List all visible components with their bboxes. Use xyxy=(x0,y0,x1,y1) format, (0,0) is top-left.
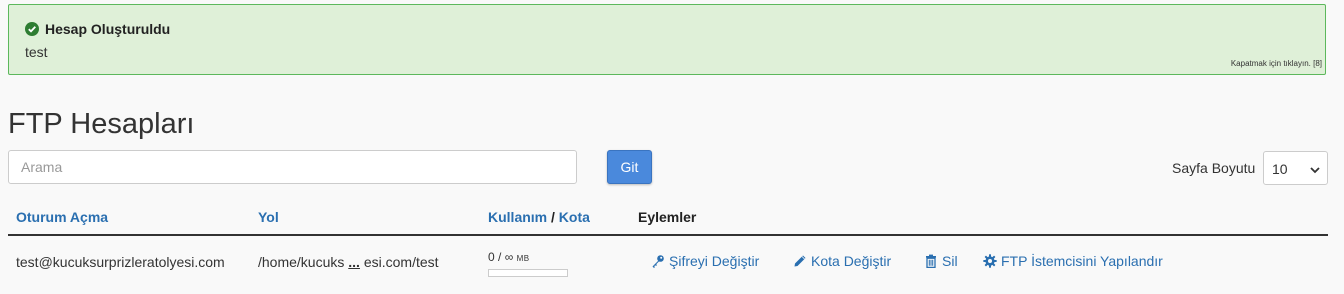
check-circle-icon xyxy=(25,22,39,36)
alert-heading: Hesap Oluşturuldu xyxy=(25,21,170,37)
login-cell: test@kucuksurprizleratolyesi.com xyxy=(16,254,225,270)
change-quota-button[interactable]: Kota Değiştir xyxy=(793,253,891,269)
page-size-label: Sayfa Boyutu xyxy=(1172,160,1256,176)
success-alert[interactable]: Hesap Oluşturuldu test Kapatmak için tık… xyxy=(8,4,1326,75)
gear-icon xyxy=(983,254,997,268)
usage-text: 0 / ∞ MB xyxy=(488,250,530,264)
chevron-down-icon xyxy=(1309,163,1321,175)
path-end: esi.com/test xyxy=(363,254,439,270)
delete-label: Sil xyxy=(942,253,958,269)
configure-ftp-client-button[interactable]: FTP İstemcisini Yapılandır xyxy=(983,253,1163,269)
page-title: FTP Hesapları xyxy=(8,108,195,140)
column-header-quota[interactable]: Kota xyxy=(559,209,590,225)
change-password-label: Şifreyi Değiştir xyxy=(669,253,760,269)
go-button[interactable]: Git xyxy=(607,150,652,184)
configure-ftp-client-label: FTP İstemcisini Yapılandır xyxy=(1001,253,1163,269)
usage-separator: / xyxy=(498,250,502,264)
column-header-separator: / xyxy=(551,209,555,225)
column-header-actions: Eylemler xyxy=(638,209,697,225)
quota-value: ∞ xyxy=(504,250,514,264)
column-header-login[interactable]: Oturum Açma xyxy=(16,209,108,225)
pencil-icon xyxy=(793,254,807,268)
path-start: /home/kucuks xyxy=(258,254,345,270)
page-size-value: 10 xyxy=(1272,161,1288,177)
column-header-usage-quota: Kullanım / Kota xyxy=(488,209,590,225)
page-size-select[interactable]: 10 xyxy=(1263,151,1328,185)
key-icon xyxy=(651,254,665,268)
column-header-usage[interactable]: Kullanım xyxy=(488,209,547,225)
delete-button[interactable]: Sil xyxy=(924,253,958,269)
alert-close-hint[interactable]: Kapatmak için tıklayın. [8] xyxy=(1231,59,1322,68)
usage-unit: MB xyxy=(516,254,530,263)
search-input[interactable] xyxy=(8,150,577,184)
usage-progress-bar xyxy=(488,269,568,277)
change-password-button[interactable]: Şifreyi Değiştir xyxy=(651,253,759,269)
trash-icon xyxy=(924,254,938,269)
path-expand-link[interactable]: ... xyxy=(348,254,360,270)
change-quota-label: Kota Değiştir xyxy=(811,253,892,269)
usage-value: 0 xyxy=(488,250,495,264)
column-header-path[interactable]: Yol xyxy=(258,209,279,225)
table-header-divider xyxy=(8,234,1328,236)
alert-title: Hesap Oluşturuldu xyxy=(45,21,171,37)
alert-message: test xyxy=(25,44,48,60)
path-cell: /home/kucuks ... esi.com/test xyxy=(258,254,439,270)
